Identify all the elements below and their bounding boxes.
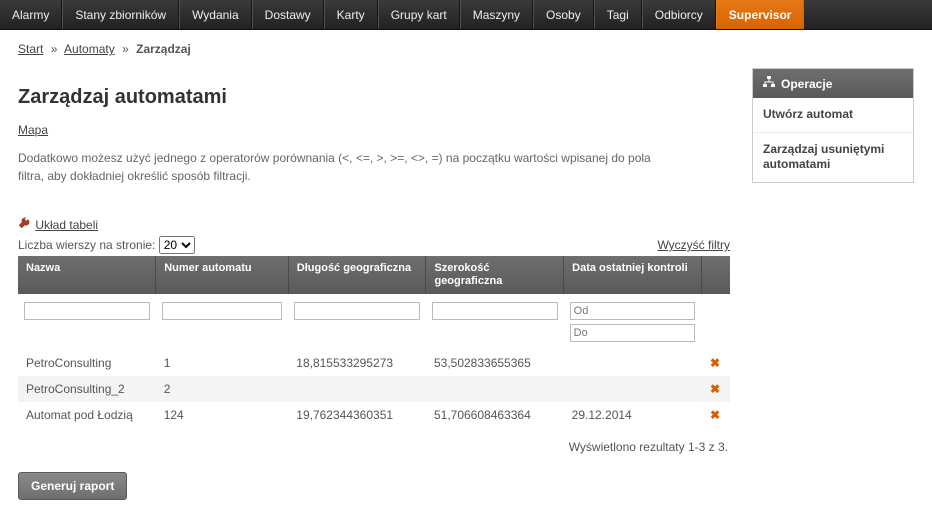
main-content: Zarządzaj automatami Mapa Dodatkowo może… xyxy=(18,68,730,500)
cell-date xyxy=(564,350,702,376)
cell-lat xyxy=(426,376,564,402)
breadcrumb-automaty[interactable]: Automaty xyxy=(64,42,115,56)
mapa-link[interactable]: Mapa xyxy=(18,123,48,137)
generate-report-button[interactable]: Generuj raport xyxy=(18,472,127,500)
cell-name: PetroConsulting_2 xyxy=(18,376,156,402)
delete-icon[interactable]: ✖ xyxy=(710,382,720,396)
table-row: PetroConsulting 1 18,815533295273 53,502… xyxy=(18,350,730,376)
op-create-automat[interactable]: Utwórz automat xyxy=(753,98,913,133)
cell-number: 124 xyxy=(156,402,289,428)
operations-panel: Operacje Utwórz automat Zarządzaj usunię… xyxy=(752,68,914,183)
cell-lat: 53,502833655365 xyxy=(426,350,564,376)
clear-filters-link[interactable]: Wyczyść filtry xyxy=(657,238,730,252)
th-lon[interactable]: Długość geograficzna xyxy=(288,256,426,294)
th-lat[interactable]: Szerokość geograficzna xyxy=(426,256,564,294)
top-nav: Alarmy Stany zbiorników Wydania Dostawy … xyxy=(0,0,932,30)
cell-number: 2 xyxy=(156,376,289,402)
cell-lat: 51,706608463364 xyxy=(426,402,564,428)
nav-item-dostawy[interactable]: Dostawy xyxy=(252,0,324,29)
filter-row xyxy=(18,294,730,350)
th-number[interactable]: Numer automatu xyxy=(156,256,289,294)
cell-lon xyxy=(288,376,426,402)
results-summary: Wyświetlono rezultaty 1-3 z 3. xyxy=(18,428,730,472)
nav-item-maszyny[interactable]: Maszyny xyxy=(460,0,533,29)
wrench-icon xyxy=(18,217,32,232)
page-title: Zarządzaj automatami xyxy=(18,86,730,109)
nav-item-alarmy[interactable]: Alarmy xyxy=(0,0,62,29)
table-row: PetroConsulting_2 2 ✖ xyxy=(18,376,730,402)
panel-title: Operacje xyxy=(781,77,832,91)
filter-lon[interactable] xyxy=(294,302,420,320)
cell-name: Automat pod Łodzią xyxy=(18,402,156,428)
nav-item-grupy-kart[interactable]: Grupy kart xyxy=(378,0,460,29)
breadcrumb-start[interactable]: Start xyxy=(18,42,43,56)
th-name[interactable]: Nazwa xyxy=(18,256,156,294)
table-layout-link[interactable]: Układ tabeli xyxy=(35,218,98,232)
delete-icon[interactable]: ✖ xyxy=(710,408,720,422)
filter-date-from[interactable] xyxy=(570,302,696,320)
breadcrumb: Start » Automaty » Zarządzaj xyxy=(0,30,932,68)
cell-lon: 19,762344360351 xyxy=(288,402,426,428)
nav-item-osoby[interactable]: Osoby xyxy=(533,0,594,29)
cell-number: 1 xyxy=(156,350,289,376)
sidebar: Operacje Utwórz automat Zarządzaj usunię… xyxy=(752,68,914,183)
nav-item-karty[interactable]: Karty xyxy=(324,0,378,29)
delete-icon[interactable]: ✖ xyxy=(710,356,720,370)
cell-date: 29.12.2014 xyxy=(564,402,702,428)
hierarchy-icon xyxy=(763,76,775,91)
table-row: Automat pod Łodzią 124 19,762344360351 5… xyxy=(18,402,730,428)
filter-date-to[interactable] xyxy=(570,324,696,342)
filter-description: Dodatkowo możesz użyć jednego z operator… xyxy=(18,149,678,185)
nav-item-stany[interactable]: Stany zbiorników xyxy=(62,0,179,29)
breadcrumb-current: Zarządzaj xyxy=(136,42,191,56)
cell-lon: 18,815533295273 xyxy=(288,350,426,376)
op-manage-deleted[interactable]: Zarządzaj usuniętymi automatami xyxy=(753,133,913,182)
filter-name[interactable] xyxy=(24,302,150,320)
panel-heading: Operacje xyxy=(753,69,913,98)
rows-per-page-select[interactable]: 20 xyxy=(159,236,195,254)
cell-date xyxy=(564,376,702,402)
rows-per-page-label: Liczba wierszy na stronie: xyxy=(18,238,155,252)
automats-table: Nazwa Numer automatu Długość geograficzn… xyxy=(18,256,730,428)
cell-name: PetroConsulting xyxy=(18,350,156,376)
nav-item-supervisor[interactable]: Supervisor xyxy=(716,0,805,29)
th-date[interactable]: Data ostatniej kontroli xyxy=(564,256,702,294)
nav-item-wydania[interactable]: Wydania xyxy=(179,0,252,29)
nav-item-tagi[interactable]: Tagi xyxy=(594,0,642,29)
nav-item-odbiorcy[interactable]: Odbiorcy xyxy=(642,0,716,29)
filter-number[interactable] xyxy=(162,302,283,320)
filter-lat[interactable] xyxy=(432,302,558,320)
